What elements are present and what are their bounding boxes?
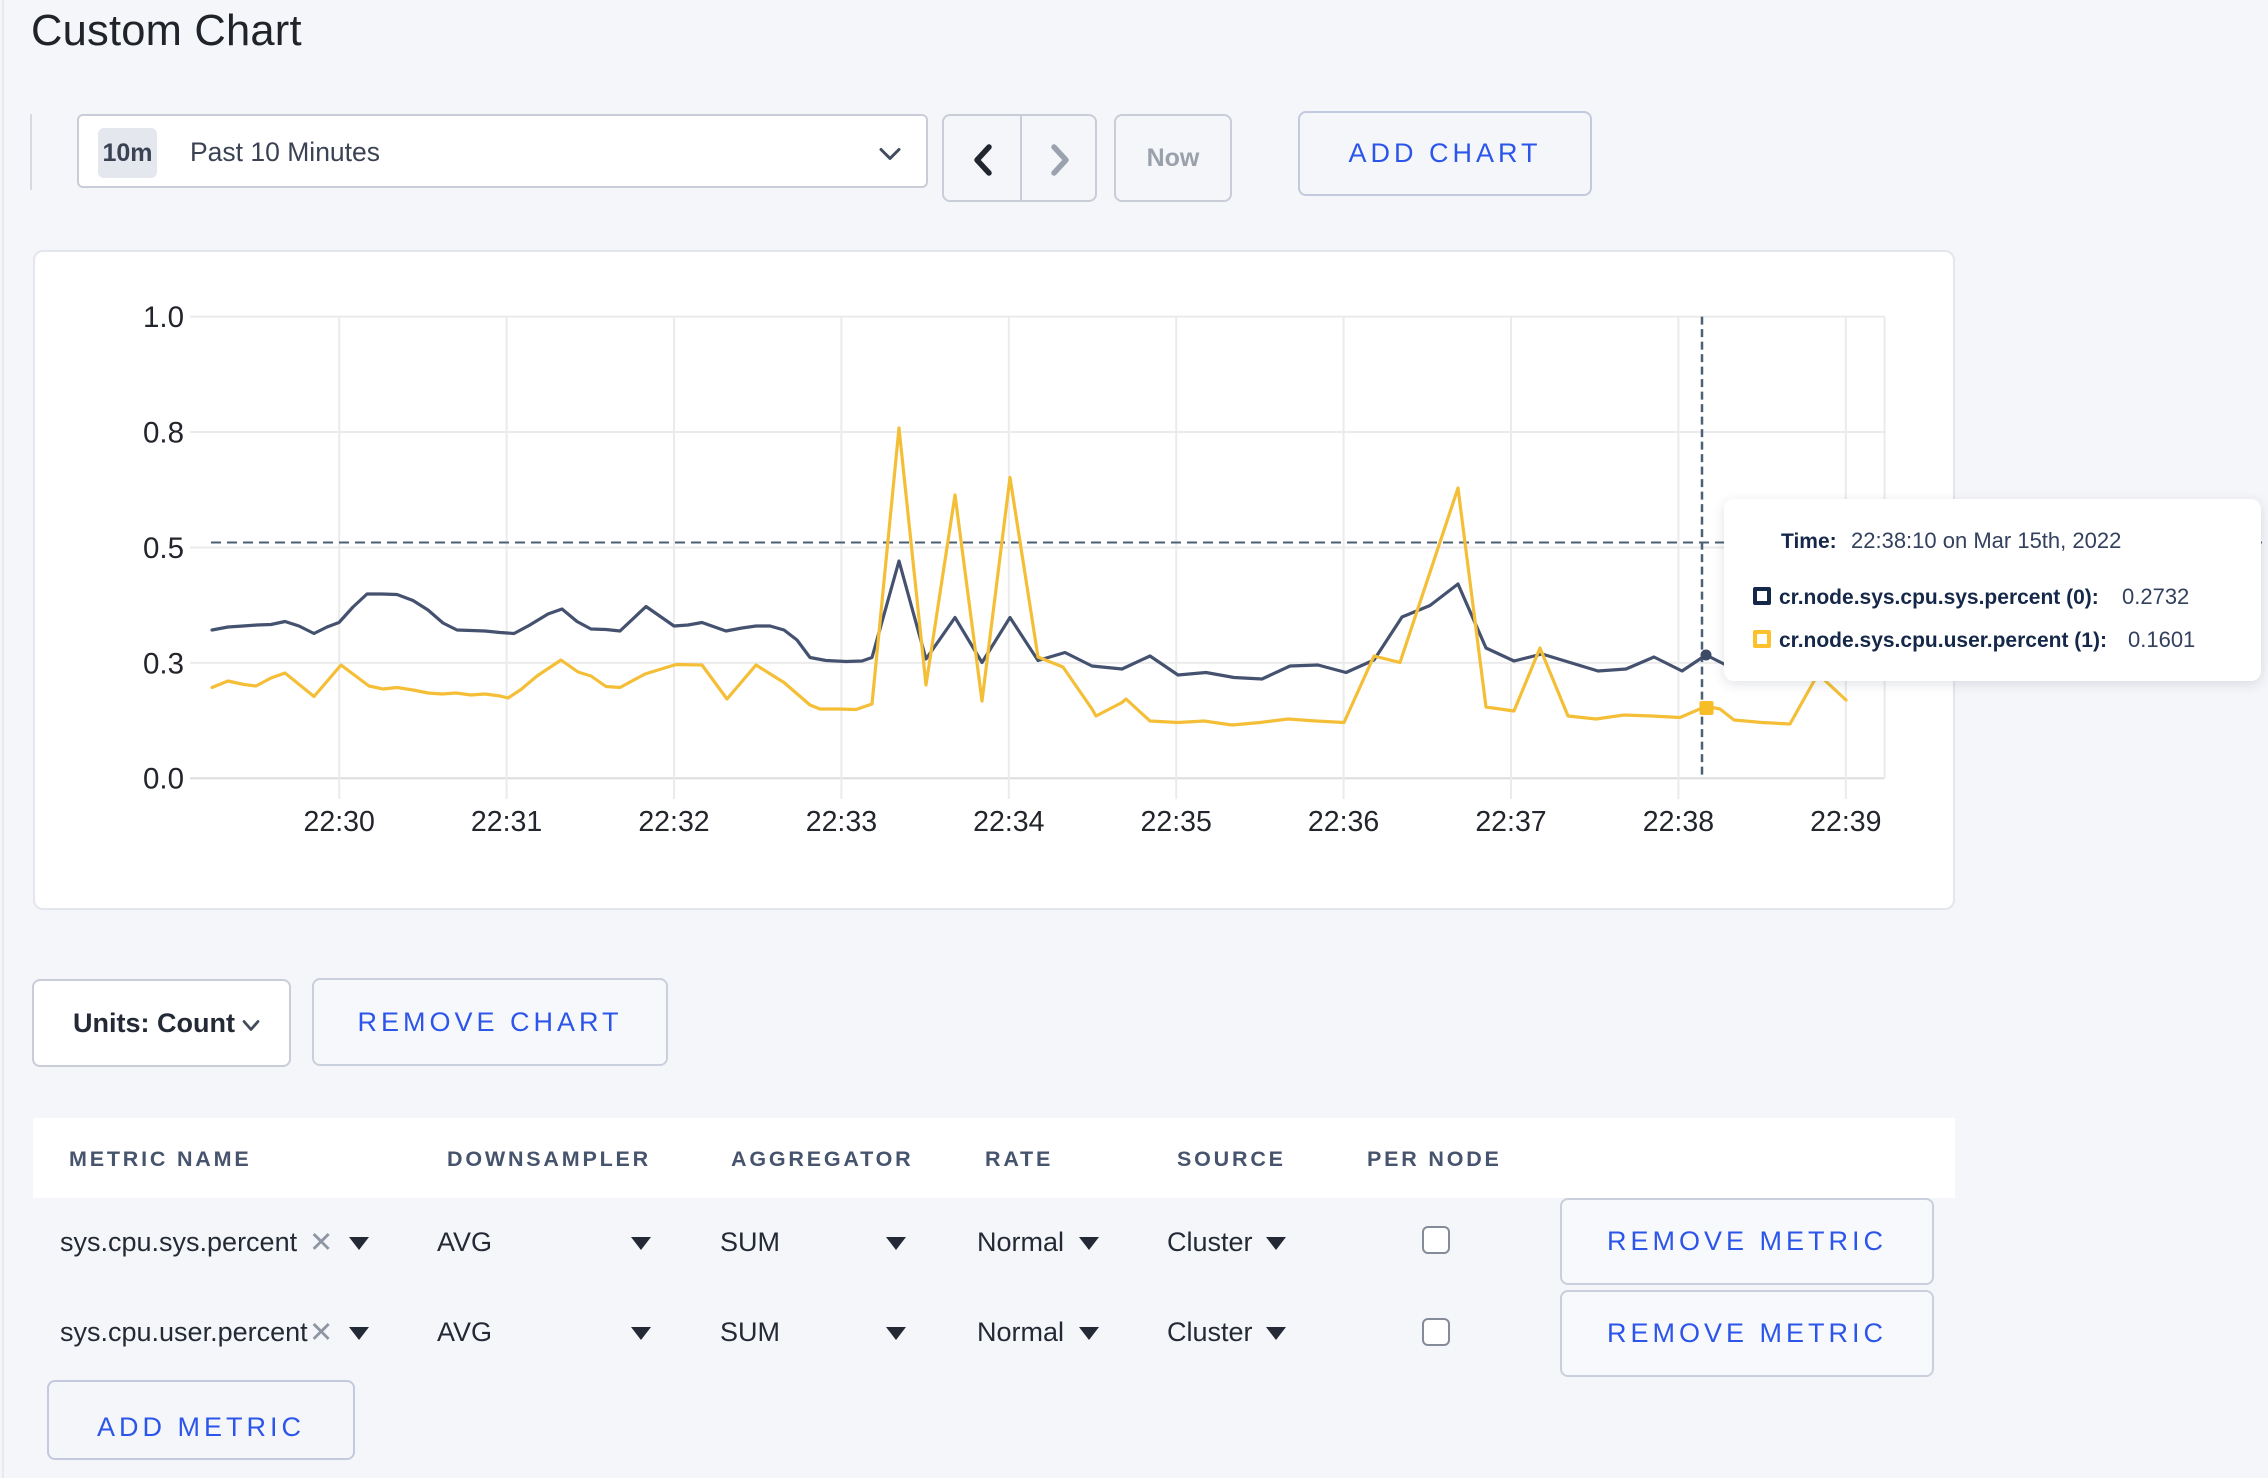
svg-text:0.5: 0.5: [143, 532, 184, 565]
svg-text:22:34: 22:34: [973, 806, 1044, 838]
svg-text:0.0: 0.0: [143, 763, 184, 796]
svg-text:22:31: 22:31: [471, 806, 542, 838]
svg-text:22:32: 22:32: [638, 806, 709, 838]
svg-text:22:37: 22:37: [1475, 806, 1546, 838]
svg-text:22:36: 22:36: [1308, 806, 1379, 838]
svg-text:0.8: 0.8: [143, 416, 184, 449]
svg-text:22:39: 22:39: [1810, 806, 1881, 838]
svg-text:22:30: 22:30: [304, 806, 375, 838]
svg-text:22:38: 22:38: [1643, 806, 1714, 838]
svg-text:22:33: 22:33: [806, 806, 877, 838]
svg-text:0.3: 0.3: [143, 647, 184, 680]
svg-text:1.0: 1.0: [143, 301, 184, 334]
svg-text:22:35: 22:35: [1141, 806, 1212, 838]
